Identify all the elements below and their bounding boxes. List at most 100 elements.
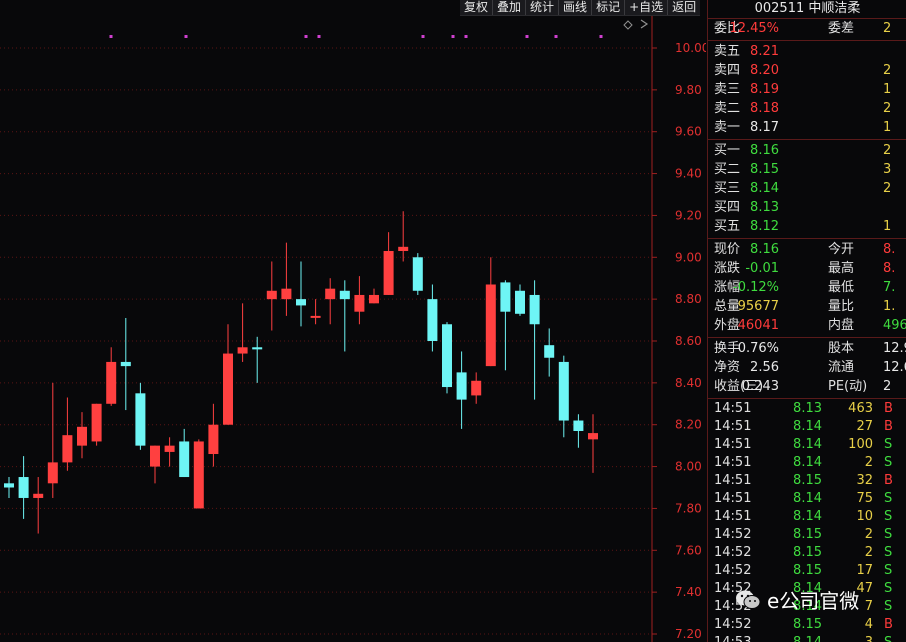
candle-body: [529, 294, 540, 325]
overlay-button[interactable]: 叠加: [492, 0, 525, 15]
fundamentals: 换手0.76%股本12.9净资2.56流通12.6收益(三)0.243PE(动)…: [708, 339, 906, 396]
y-tick-label: 8.20: [675, 418, 702, 432]
quote-label: 今开: [828, 242, 855, 257]
stat-value: 2.56: [750, 360, 779, 375]
weibi-value: 12.45%: [729, 21, 779, 36]
tick-time: 14:53: [714, 634, 751, 642]
add-watchlist-button[interactable]: +自选: [624, 0, 667, 15]
quote-label: 量比: [828, 299, 855, 314]
candle-body: [18, 477, 29, 498]
quote-value: -0.01: [745, 261, 779, 276]
bid-row: 买五 8.12 1: [708, 217, 906, 236]
candle-body: [398, 246, 409, 252]
candle-body: [47, 462, 58, 484]
quote-value: 8.: [883, 242, 896, 257]
tick-time: 14:52: [714, 563, 752, 578]
quote-panel: 002511 中顺洁柔 委比 12.45% 委差 2 卖五 8.21 卖四 8.20 2…: [707, 0, 906, 642]
stat-label: 换手: [714, 341, 741, 356]
quote-row: 外盘 46041 内盘 496: [708, 316, 906, 335]
chart-toolbar: 复权 叠加 统计 画线 标记 +自选 返回: [460, 0, 701, 16]
bid-volume: 2: [883, 143, 892, 158]
bid-volume: 2: [883, 181, 892, 196]
stat-value: 0.76%: [737, 341, 779, 356]
ask-row: 卖五 8.21: [708, 42, 906, 61]
ask-price: 8.19: [750, 82, 779, 97]
restore-rights-button[interactable]: 复权: [460, 0, 492, 15]
candle-body: [193, 441, 204, 509]
tick-time: 14:52: [714, 545, 752, 560]
bid-label: 买四: [714, 200, 741, 215]
stat-row: 净资 2.56 流通 12.6: [708, 358, 906, 377]
candle-body: [588, 433, 598, 440]
candle-body: [354, 294, 365, 312]
draw-line-button[interactable]: 画线: [558, 0, 591, 15]
quote-label: 涨跌: [714, 261, 741, 276]
tick-volume: 4: [864, 617, 873, 632]
quote-label: 最低: [828, 280, 855, 295]
quote-label: 最高: [828, 261, 855, 276]
bid-row: 买四 8.13: [708, 198, 906, 217]
quote-value: 46041: [737, 318, 779, 333]
tick-side: B: [884, 617, 893, 632]
quote-row: 涨幅 -0.12% 最低 7.: [708, 278, 906, 297]
candlestick-chart[interactable]: 10.00 9.80 9.60 9.40 9.20 9.00 8.80 8.60 8.40 8.2…: [0, 0, 706, 642]
y-tick-label: 8.80: [675, 292, 702, 306]
tick-volume: 10: [856, 509, 873, 524]
tick-time: 14:51: [714, 401, 752, 416]
tick-volume: 463: [848, 401, 873, 416]
ask-volume: 1: [883, 82, 892, 97]
divider: [708, 40, 906, 41]
back-button[interactable]: 返回: [667, 0, 700, 15]
candle-body: [339, 290, 350, 300]
tick-price: 8.15: [793, 617, 822, 632]
bid-price: 8.14: [750, 181, 779, 196]
candle-body: [106, 361, 117, 404]
stat-row: 收益(三) 0.243 PE(动) 2: [708, 377, 906, 396]
candle-body: [442, 324, 452, 388]
tick-row: 14:51 8.14 2 S: [708, 454, 906, 472]
y-tick-label: 7.20: [675, 627, 702, 641]
divider: [708, 398, 906, 399]
divider: [708, 337, 906, 338]
candle-body: [252, 347, 263, 350]
tick-price: 8.14: [793, 437, 822, 452]
candle-body: [471, 380, 482, 396]
stat-label: PE(动): [828, 379, 868, 394]
bid-book: 买一 8.16 2 买二 8.15 3 买三 8.14 2 买四 8.13 买五 8.12 1: [708, 141, 906, 236]
candle-body: [33, 493, 44, 498]
tick-volume: 2: [864, 545, 873, 560]
bid-label: 买一: [714, 143, 741, 158]
tick-price: 8.14: [793, 634, 822, 642]
chevron-right-icon: [640, 19, 649, 29]
tick-side: S: [884, 527, 893, 542]
ask-price: 8.21: [750, 44, 779, 59]
candle-body: [515, 290, 525, 314]
candle-body: [62, 435, 73, 463]
candle-body: [179, 441, 190, 478]
tick-side: S: [884, 545, 893, 560]
tick-side: S: [884, 634, 892, 642]
tick-side: S: [884, 491, 893, 506]
quote-label: 现价: [714, 242, 741, 257]
tick-volume: 32: [856, 473, 873, 488]
quote-value: 1.: [883, 299, 896, 314]
ask-book: 卖五 8.21 卖四 8.20 2 卖三 8.19 1 卖二 8.18 2 卖一 8.17 1: [708, 42, 906, 137]
ask-label: 卖一: [714, 120, 741, 135]
y-tick-label: 9.60: [675, 125, 702, 139]
ask-price: 8.18: [750, 101, 779, 116]
tick-price: 8.15: [793, 527, 822, 542]
statistics-button[interactable]: 统计: [525, 0, 558, 15]
mark-button[interactable]: 标记: [591, 0, 624, 15]
tick-time: 14:51: [714, 473, 752, 488]
candle-body: [150, 445, 160, 467]
stat-label: 股本: [828, 341, 855, 356]
tick-time: 14:51: [714, 509, 752, 524]
watermark-text: e公司官微: [767, 589, 860, 613]
ask-row: 卖二 8.18 2: [708, 99, 906, 118]
quote-value: 8.16: [750, 242, 779, 257]
tick-time: 14:51: [714, 437, 752, 452]
quote-row: 涨跌 -0.01 最高 8.: [708, 259, 906, 278]
tick-price: 8.14: [793, 491, 822, 506]
candle-body: [266, 290, 277, 300]
tick-row: 14:51 8.13 463 B: [708, 400, 906, 418]
